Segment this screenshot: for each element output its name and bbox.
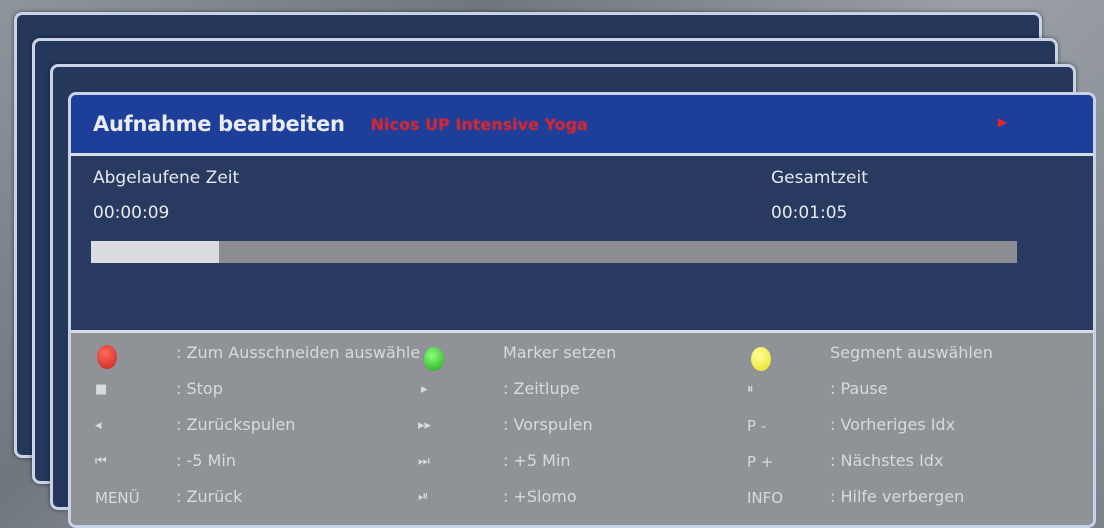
help-back-text: : Zurück: [176, 487, 243, 506]
right-arrow-icon: ▶: [997, 115, 1007, 129]
recording-name: Nicos UP Intensive Yoga: [370, 114, 588, 134]
help-slowmo-text: : Zeitlupe: [503, 379, 580, 398]
help-rewind-text: : Zurückspulen: [176, 415, 296, 434]
help-panel: : Zum Ausschneiden auswähle ■ : Stop ◂ :…: [71, 330, 1093, 525]
fast-forward-icon: ▸▸: [418, 418, 432, 433]
elapsed-time-label: Abgelaufene Zeit: [93, 168, 240, 188]
progress-fill: [91, 241, 219, 263]
help-red-text: : Zum Ausschneiden auswähle: [176, 343, 421, 362]
help-prev-idx-text: : Vorheriges Idx: [830, 415, 956, 434]
playback-progress-bar[interactable]: [91, 241, 1017, 263]
green-button-icon: [424, 347, 444, 371]
menu-key-label: MENÜ: [95, 489, 140, 507]
total-time-value: 00:01:05: [771, 203, 848, 223]
help-next-idx-text: : Nächstes Idx: [830, 451, 944, 470]
help-pause-text: : Pause: [830, 379, 888, 398]
rewind-icon: ◂: [95, 418, 102, 433]
edit-recording-dialog: Aufnahme bearbeiten Nicos UP Intensive Y…: [68, 92, 1096, 528]
help-yellow-text: Segment auswählen: [830, 343, 993, 362]
time-info-panel: Abgelaufene Zeit 00:00:09 Gesamtzeit 00:…: [71, 156, 1093, 330]
slomo-icon: ⏯: [418, 489, 429, 504]
dialog-header: Aufnahme bearbeiten Nicos UP Intensive Y…: [71, 95, 1093, 156]
yellow-button-icon: [751, 347, 771, 371]
help-hide-text: : Hilfe verbergen: [830, 487, 965, 506]
skip-back-icon: ⏮: [95, 454, 107, 469]
prev-idx-key-label: P -: [747, 417, 767, 435]
help-stop-text: : Stop: [176, 379, 223, 398]
dialog-title: Aufnahme bearbeiten: [93, 112, 345, 136]
help-slomo-text: : +Slomo: [503, 487, 577, 506]
pause-icon: ⏸: [747, 382, 754, 397]
help-green-text: Marker setzen: [503, 343, 617, 362]
play-icon: ▸: [421, 382, 428, 397]
total-time-label: Gesamtzeit: [771, 168, 868, 188]
red-button-icon: [97, 345, 117, 369]
help-plus5-text: : +5 Min: [503, 451, 571, 470]
help-minus5-text: : -5 Min: [176, 451, 236, 470]
skip-forward-icon: ⏭: [418, 454, 430, 469]
help-ffwd-text: : Vorspulen: [503, 415, 593, 434]
info-key-label: INFO: [747, 489, 784, 507]
next-idx-key-label: P +: [747, 453, 774, 471]
stop-icon: ■: [95, 382, 108, 397]
elapsed-time-value: 00:00:09: [93, 203, 170, 223]
